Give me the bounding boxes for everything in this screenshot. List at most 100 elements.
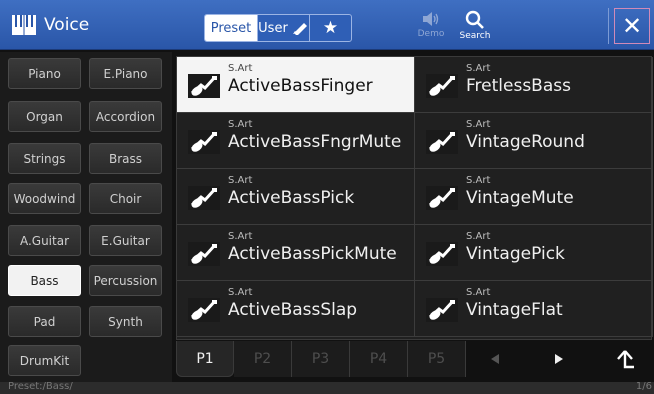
- page-tab-p2[interactable]: P2: [234, 341, 292, 377]
- tab-user[interactable]: User: [257, 15, 309, 41]
- voice-tag: S.Art: [466, 175, 491, 186]
- voice-name: VintageMute: [466, 188, 574, 208]
- search-label: Search: [459, 31, 491, 41]
- page-bar: P1 P2 P3 P4 P5: [176, 341, 652, 379]
- status-bar: Preset:/Bass/ 1/6: [0, 381, 654, 394]
- category-label: DrumKit: [19, 353, 70, 368]
- category-percussion[interactable]: Percussion: [89, 265, 162, 296]
- voice-item[interactable]: S.Art ActiveBassFinger: [177, 57, 415, 113]
- category-drumkit[interactable]: DrumKit: [8, 345, 81, 376]
- tab-preset-label: Preset: [210, 20, 252, 36]
- voice-tag: S.Art: [228, 119, 253, 130]
- category-e-piano[interactable]: E.Piano: [89, 58, 162, 89]
- voice-name: ActiveBassPick: [228, 188, 355, 208]
- category-label: Pad: [33, 314, 56, 329]
- tab-user-label: User: [258, 20, 288, 36]
- voice-list: S.Art ActiveBassFinger S.Art FretlessBas…: [176, 56, 653, 340]
- bass-guitar-icon: [188, 186, 220, 210]
- bass-guitar-icon: [188, 74, 220, 98]
- voice-item[interactable]: S.Art VintageMute: [415, 169, 653, 225]
- voice-name: FretlessBass: [466, 76, 571, 96]
- category-piano[interactable]: Piano: [8, 58, 81, 89]
- category-label: Accordion: [95, 109, 156, 124]
- category-choir[interactable]: Choir: [89, 183, 162, 214]
- close-button[interactable]: ✕: [614, 8, 650, 44]
- category-accordion[interactable]: Accordion: [89, 101, 162, 132]
- voice-item[interactable]: S.Art ActiveBassSlap: [177, 281, 415, 337]
- voice-tag: S.Art: [228, 175, 253, 186]
- page-tab-label: P1: [196, 350, 214, 367]
- voice-tag: S.Art: [466, 231, 491, 242]
- next-page-button[interactable]: [540, 341, 578, 377]
- category-label: Strings: [23, 151, 66, 166]
- bank-tabs: Preset User ★: [204, 14, 352, 42]
- window-title: Voice: [12, 12, 89, 38]
- title-label: Voice: [44, 15, 90, 35]
- page-tab-p1[interactable]: P1: [176, 341, 234, 377]
- voice-name: ActiveBassFngrMute: [228, 132, 402, 152]
- voice-item[interactable]: S.Art ActiveBassPick: [177, 169, 415, 225]
- page-tab-label: P2: [253, 351, 272, 367]
- page-tab-label: P4: [369, 351, 388, 367]
- voice-item[interactable]: S.Art VintageRound: [415, 113, 653, 169]
- category-woodwind[interactable]: Woodwind: [8, 183, 81, 214]
- prev-page-button[interactable]: [476, 341, 514, 377]
- category-synth[interactable]: Synth: [89, 306, 162, 337]
- page-tab-p5[interactable]: P5: [408, 341, 466, 377]
- voice-tag: S.Art: [466, 119, 491, 130]
- category-label: E.Guitar: [101, 233, 150, 248]
- category-label: Percussion: [93, 273, 158, 288]
- search-button[interactable]: Search: [455, 10, 495, 46]
- parent-folder-button[interactable]: [606, 341, 644, 377]
- voice-item[interactable]: S.Art ActiveBassFngrMute: [177, 113, 415, 169]
- header-bar: Voice Preset User ★ Demo Search ✕: [0, 0, 654, 50]
- category-e-guitar[interactable]: E.Guitar: [89, 225, 162, 256]
- voice-tag: S.Art: [466, 287, 491, 298]
- voice-item[interactable]: S.Art VintagePick: [415, 225, 653, 281]
- page-tab-label: P3: [311, 351, 330, 367]
- pencil-icon: [292, 23, 307, 35]
- page-tab-p3[interactable]: P3: [292, 341, 350, 377]
- bass-guitar-icon: [426, 74, 458, 98]
- category-bass[interactable]: Bass: [8, 265, 81, 296]
- voice-name: ActiveBassSlap: [228, 300, 358, 320]
- bass-guitar-icon: [426, 186, 458, 210]
- category-brass[interactable]: Brass: [89, 143, 162, 174]
- bass-guitar-icon: [188, 242, 220, 266]
- category-label: Bass: [30, 273, 59, 288]
- tab-preset[interactable]: Preset: [205, 15, 257, 41]
- category-label: Organ: [26, 109, 63, 124]
- demo-button[interactable]: Demo: [411, 10, 451, 46]
- page-tab-p4[interactable]: P4: [350, 341, 408, 377]
- bass-guitar-icon: [188, 298, 220, 322]
- category-panel: Piano E.Piano Organ Accordion Strings Br…: [0, 52, 172, 382]
- voice-tag: S.Art: [228, 231, 253, 242]
- category-a-guitar[interactable]: A.Guitar: [8, 225, 81, 256]
- category-label: Choir: [109, 191, 142, 206]
- category-label: Synth: [108, 314, 143, 329]
- voice-tag: S.Art: [228, 63, 253, 74]
- page-tab-label: P5: [427, 351, 446, 367]
- category-label: Brass: [108, 151, 143, 166]
- category-pad[interactable]: Pad: [8, 306, 81, 337]
- status-path: Preset:/Bass/: [8, 381, 73, 392]
- demo-label: Demo: [417, 29, 445, 39]
- search-icon: [465, 10, 484, 29]
- voice-item[interactable]: S.Art VintageFlat: [415, 281, 653, 337]
- voice-item[interactable]: S.Art FretlessBass: [415, 57, 653, 113]
- voice-name: VintageRound: [466, 132, 585, 152]
- bass-guitar-icon: [426, 242, 458, 266]
- category-label: A.Guitar: [19, 233, 70, 248]
- header-divider: [608, 8, 609, 44]
- voice-name: ActiveBassFinger: [228, 76, 373, 96]
- voice-item[interactable]: S.Art ActiveBassPickMute: [177, 225, 415, 281]
- voice-name: VintageFlat: [466, 300, 563, 320]
- tab-favorite[interactable]: ★: [309, 15, 351, 41]
- category-organ[interactable]: Organ: [8, 101, 81, 132]
- voice-name: VintagePick: [466, 244, 565, 264]
- speaker-icon: [423, 12, 439, 26]
- category-strings[interactable]: Strings: [8, 143, 81, 174]
- category-label: Piano: [28, 66, 61, 81]
- keyboard-icon: [12, 15, 36, 35]
- triangle-left-icon: [491, 354, 499, 364]
